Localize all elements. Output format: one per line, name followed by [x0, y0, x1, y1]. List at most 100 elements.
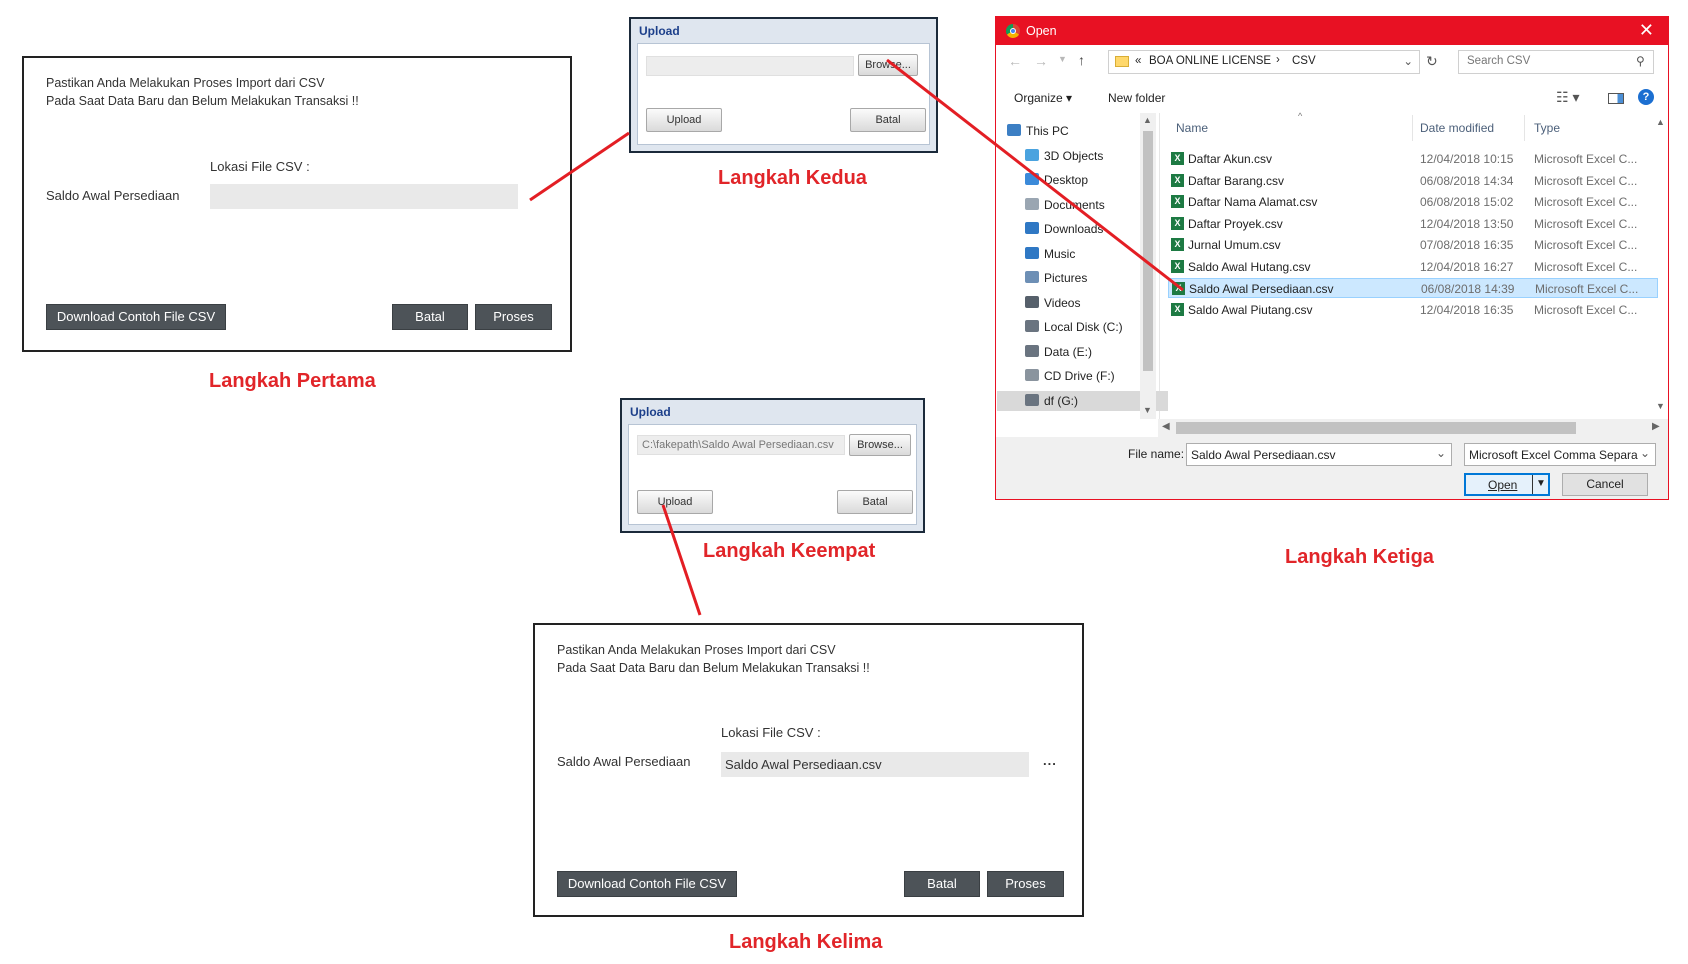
column-divider [1412, 115, 1413, 141]
scroll-up-icon[interactable]: ▲ [1143, 115, 1152, 125]
up-arrow-icon[interactable]: ↑ [1078, 52, 1085, 68]
file-row[interactable]: X Saldo Awal Persediaan.csv 06/08/2018 14:… [1168, 278, 1658, 298]
tree-item[interactable]: CD Drive (F:) [1025, 366, 1115, 386]
file-date-modified: 07/08/2018 16:35 [1420, 238, 1514, 252]
csv-file-field[interactable] [210, 184, 518, 209]
cancel-button[interactable]: Cancel [1562, 473, 1648, 496]
recent-chevron-down-icon[interactable]: ▼ [1058, 54, 1067, 64]
saldo-awal-persediaan-label: Saldo Awal Persediaan [46, 188, 180, 203]
tree-item-label: Data (E:) [1044, 344, 1093, 359]
download-sample-csv-button[interactable]: Download Contoh File CSV [46, 304, 226, 330]
refresh-icon[interactable]: ↻ [1426, 53, 1438, 70]
search-input[interactable]: Search CSV [1458, 50, 1654, 74]
close-icon[interactable]: ✕ [1639, 20, 1654, 41]
list-vertical-scroll-down-icon[interactable]: ▼ [1656, 401, 1665, 411]
tree-item[interactable]: Documents [1025, 195, 1105, 215]
scroll-right-icon[interactable]: ▶ [1652, 421, 1660, 432]
new-folder-button[interactable]: New folder [1108, 91, 1165, 105]
file-date-modified: 06/08/2018 14:34 [1420, 173, 1514, 188]
column-header-name[interactable]: Name [1176, 121, 1208, 135]
scroll-thumb[interactable] [1143, 131, 1153, 371]
batal-button[interactable]: Batal [850, 108, 926, 132]
tree-item[interactable]: Videos [1025, 293, 1080, 313]
file-row[interactable]: X Saldo Awal Piutang.csv 12/04/2018 16:35 M… [1168, 300, 1658, 320]
list-vertical-scroll-up-icon[interactable]: ▲ [1656, 117, 1665, 127]
step4-upload-dialog: Upload C:\fakepath\Saldo Awal Persediaan… [620, 398, 925, 533]
file-row[interactable]: X Jurnal Umum.csv 07/08/2018 16:35 Microsof… [1168, 235, 1658, 255]
csv-file-field[interactable]: Saldo Awal Persediaan.csv [721, 752, 1029, 777]
file-date-modified: 06/08/2018 14:39 [1421, 282, 1515, 296]
back-arrow-icon[interactable]: ← [1008, 53, 1022, 69]
browse-button[interactable]: Browse... [849, 434, 911, 456]
address-chevrons[interactable]: « [1135, 55, 1141, 67]
tree-item[interactable]: This PC [1007, 121, 1069, 141]
tree-item[interactable]: Data (E:) [1025, 342, 1092, 362]
open-dropdown-icon[interactable] [1532, 475, 1533, 494]
proses-button[interactable]: Proses [475, 304, 552, 330]
batal-button[interactable]: Batal [392, 304, 468, 330]
proses-button[interactable]: Proses [987, 871, 1064, 897]
file-name: Daftar Proyek.csv [1188, 216, 1283, 231]
file-row[interactable]: X Daftar Akun.csv 12/04/2018 10:15 Microsof… [1168, 149, 1658, 169]
chevron-down-icon[interactable]: ⌄ [1639, 446, 1650, 460]
help-icon[interactable]: ? [1638, 89, 1654, 105]
search-icon: ⚲ [1636, 54, 1645, 68]
chevron-down-icon[interactable]: ▼ [1536, 478, 1546, 489]
tree-item-label: CD Drive (F:) [1044, 369, 1115, 383]
upload-button[interactable]: Upload [646, 108, 722, 132]
excel-file-icon: X [1171, 238, 1184, 251]
upload-path-field[interactable] [646, 56, 854, 76]
address-dropdown-icon[interactable]: ⌄ [1403, 54, 1413, 68]
open-dialog-titlebar: Open ✕ [996, 17, 1668, 45]
download-sample-csv-button[interactable]: Download Contoh File CSV [557, 871, 737, 897]
file-name: Daftar Nama Alamat.csv [1188, 195, 1318, 209]
tree-item[interactable]: Downloads [1025, 219, 1103, 239]
chevron-down-icon[interactable]: ⌄ [1436, 446, 1446, 460]
upload-button[interactable]: Upload [637, 490, 713, 514]
file-name: Saldo Awal Piutang.csv [1188, 302, 1313, 317]
tree-item-label: Local Disk (C:) [1044, 320, 1123, 334]
view-options-icon[interactable]: ☷ ▾ [1556, 89, 1579, 106]
cd-icon [1025, 369, 1039, 381]
tree-item-label: Music [1044, 246, 1076, 261]
browse-button[interactable]: Browse... [858, 54, 918, 76]
batal-button[interactable]: Batal [904, 871, 980, 897]
address-folder[interactable]: BOA ONLINE LICENSE [1149, 55, 1271, 67]
excel-file-icon: X [1171, 302, 1184, 316]
tree-scrollbar[interactable]: ▲ ▼ [1140, 113, 1156, 419]
tree-item[interactable]: Desktop [1025, 170, 1088, 190]
column-header-type[interactable]: Type [1534, 121, 1560, 135]
upload-path-field[interactable]: C:\fakepath\Saldo Awal Persediaan.csv [637, 435, 845, 455]
organize-menu[interactable]: Organize ▾ [1014, 91, 1072, 105]
tree-item[interactable]: Local Disk (C:) [1025, 317, 1123, 337]
scroll-left-icon[interactable]: ◀ [1162, 421, 1170, 432]
tree-item[interactable]: Music [1025, 244, 1075, 264]
folder-icon [1115, 56, 1129, 67]
tree-item[interactable]: Pictures [1025, 268, 1087, 288]
file-name-input[interactable]: Saldo Awal Persediaan.csv ⌄ [1186, 443, 1452, 466]
file-row[interactable]: X Daftar Proyek.csv 12/04/2018 13:50 Micros… [1168, 214, 1658, 234]
cube-icon [1025, 148, 1039, 161]
file-row[interactable]: X Daftar Barang.csv 06/08/2018 14:34 Micros… [1168, 171, 1658, 191]
column-header-date[interactable]: Date modified [1420, 121, 1494, 135]
batal-button[interactable]: Batal [837, 490, 913, 514]
file-row[interactable]: X Saldo Awal Hutang.csv 12/04/2018 16:27 Mi… [1168, 257, 1658, 277]
forward-arrow-icon[interactable]: → [1034, 53, 1048, 69]
file-name: Saldo Awal Hutang.csv [1188, 259, 1311, 274]
drive-icon [1025, 393, 1039, 406]
address-bar[interactable]: « BOA ONLINE LICENSE › CSV ⌄ [1108, 50, 1420, 74]
file-row[interactable]: X Daftar Nama Alamat.csv 06/08/2018 15:02 M… [1168, 192, 1658, 212]
lokasi-file-label: Lokasi File CSV : [210, 159, 310, 174]
caption-langkah-kelima: Langkah Kelima [729, 931, 883, 953]
step2-upload-dialog: Upload Browse... Upload Batal [629, 17, 938, 153]
browse-dots-button[interactable]: ... [1043, 753, 1057, 768]
tree-item[interactable]: 3D Objects [1025, 146, 1103, 166]
upload-dialog-title: Upload [630, 405, 671, 419]
scroll-thumb[interactable] [1176, 422, 1576, 434]
open-button[interactable]: Open ▼ [1464, 473, 1550, 496]
preview-pane-icon[interactable] [1608, 93, 1624, 104]
horizontal-scrollbar[interactable]: ◀ ▶ [1158, 419, 1668, 437]
scroll-down-icon[interactable]: ▼ [1143, 405, 1152, 415]
address-subfolder[interactable]: CSV [1292, 55, 1316, 67]
file-type-select[interactable]: Microsoft Excel Comma Separa ⌄ [1464, 443, 1656, 466]
